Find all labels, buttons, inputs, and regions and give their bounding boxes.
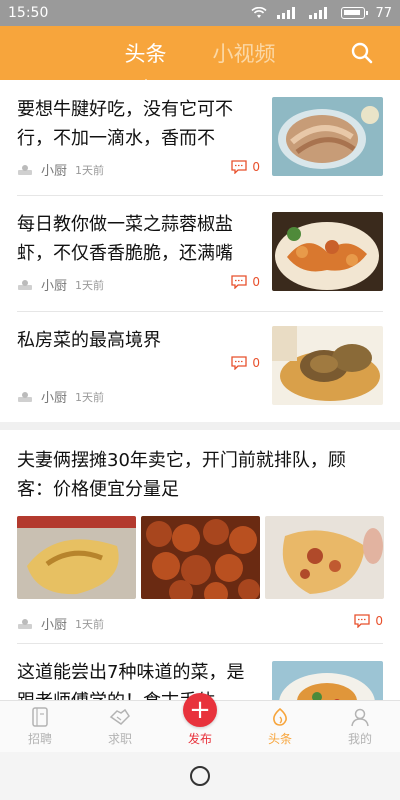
article-title: 每日教你做一菜之蒜蓉椒盐 虾，不仅香香脆脆，还满嘴 <box>17 214 233 264</box>
top-nav: 头条 小视频 <box>0 26 400 80</box>
tab-headlines[interactable]: 头条 <box>125 38 167 68</box>
comment-count[interactable]: 0 <box>231 275 260 289</box>
article-title: 要想牛腱好吃，没有它可不 行，不加一滴水，香而不 <box>17 99 233 149</box>
fried-shrimp-image <box>272 212 383 291</box>
article-title: 私房菜的最高境界 <box>17 330 161 351</box>
article-time: 1天前 <box>75 163 105 177</box>
nav-profile[interactable]: 我的 <box>320 701 400 752</box>
news-feed: 要想牛腱好吃，没有它可不 行，不加一滴水，香而不 小厨 1天前 0 每日教你做一… <box>0 80 400 700</box>
nav-publish[interactable]: + 发布 <box>160 693 240 752</box>
article-card-4[interactable]: 夫妻俩摆摊30年卖它，开门前就排队，顾 客：价格便宜分量足 小厨 1天前 0 <box>0 430 400 643</box>
source-logo-icon <box>18 164 32 175</box>
status-icons: 77 <box>251 6 392 21</box>
comment-icon <box>231 160 248 174</box>
braised-abalone-image <box>272 326 383 405</box>
source-logo-icon <box>18 391 32 402</box>
article-image-row <box>17 516 384 599</box>
comment-count[interactable]: 0 <box>354 614 383 628</box>
article-meta: 小厨 1天前 <box>17 387 104 406</box>
article-title: 这道能尝出7种味道的菜，是 跟老师傅学的！食古手体 <box>17 662 245 700</box>
home-button[interactable] <box>190 766 210 786</box>
fried-pastry-image <box>265 516 384 599</box>
resume-icon <box>32 707 48 727</box>
article-card-5[interactable]: 这道能尝出7种味道的菜，是 跟老师傅学的！食古手体 <box>0 644 400 700</box>
battery-level: 77 <box>375 5 392 21</box>
article-title: 夫妻俩摆摊30年卖它，开门前就排队，顾 客：价格便宜分量足 <box>17 450 346 500</box>
pancake-image <box>17 516 136 599</box>
comment-icon <box>231 356 248 370</box>
sesame-balls-image <box>141 516 260 599</box>
signal-icon <box>277 7 296 19</box>
article-source[interactable]: 小厨 <box>41 614 67 633</box>
bottom-nav: 招聘 求职 + 发布 头条 我的 <box>0 693 400 752</box>
status-bar: 15:50 77 <box>0 0 400 26</box>
search-icon[interactable] <box>350 41 374 65</box>
wifi-icon <box>251 7 268 18</box>
article-source[interactable]: 小厨 <box>41 275 67 294</box>
handshake-icon <box>109 708 130 725</box>
comment-icon <box>231 275 248 289</box>
tab-short-video[interactable]: 小视频 <box>213 38 276 68</box>
headline-icon <box>273 707 287 726</box>
system-nav-bar <box>0 752 400 800</box>
comment-count[interactable]: 0 <box>231 160 260 174</box>
article-source[interactable]: 小厨 <box>41 387 67 406</box>
source-logo-icon <box>18 618 32 629</box>
source-logo-icon <box>18 279 32 290</box>
article-card-1[interactable]: 要想牛腱好吃，没有它可不 行，不加一滴水，香而不 小厨 1天前 0 <box>0 80 400 195</box>
comment-count[interactable]: 0 <box>231 356 260 370</box>
article-time: 1天前 <box>75 278 105 292</box>
article-meta: 小厨 1天前 <box>17 275 104 294</box>
sliced-beef-tendon-image <box>272 97 383 176</box>
article-source[interactable]: 小厨 <box>41 160 67 179</box>
nav-headlines[interactable]: 头条 <box>240 701 320 752</box>
plus-icon: + <box>183 693 217 727</box>
profile-icon <box>351 708 369 727</box>
section-separator <box>0 422 400 430</box>
article-meta: 小厨 1天前 <box>17 160 104 179</box>
signal-icon-2 <box>309 7 328 19</box>
article-meta: 小厨 1天前 <box>17 614 104 633</box>
article-card-2[interactable]: 每日教你做一菜之蒜蓉椒盐 虾，不仅香香脆脆，还满嘴 小厨 1天前 0 <box>0 196 400 311</box>
plated-dish-image <box>272 661 383 700</box>
battery-icon <box>341 7 369 19</box>
article-time: 1天前 <box>75 390 105 404</box>
article-card-3[interactable]: 私房菜的最高境界 小厨 1天前 0 <box>0 312 400 422</box>
article-time: 1天前 <box>75 617 105 631</box>
nav-recruit[interactable]: 招聘 <box>0 701 80 752</box>
status-time: 15:50 <box>8 5 49 21</box>
nav-job-seek[interactable]: 求职 <box>80 701 160 752</box>
comment-icon <box>354 614 371 628</box>
